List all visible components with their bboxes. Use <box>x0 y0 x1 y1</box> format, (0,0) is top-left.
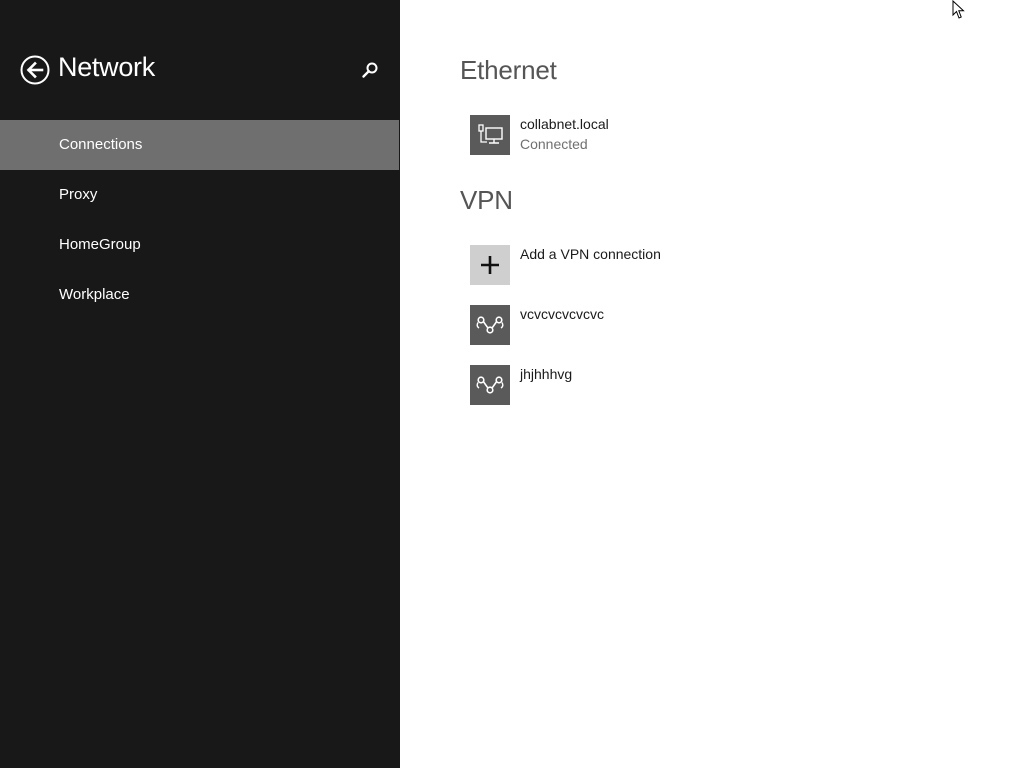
sidebar-item-label: Connections <box>59 136 143 153</box>
vpn-link-icon <box>476 376 504 394</box>
vpn-section-title: VPN <box>460 185 513 215</box>
back-button[interactable] <box>20 55 50 85</box>
vpn-connection-item[interactable]: vcvcvcvcvcvc <box>470 305 670 345</box>
sidebar-item-label: Workplace <box>59 286 130 303</box>
connection-name: vcvcvcvcvcvc <box>520 306 604 322</box>
add-vpn-tile <box>470 245 510 285</box>
pc-settings-network-page: Network Connections Proxy HomeGroup Work… <box>0 0 1024 768</box>
sidebar-item-label: Proxy <box>59 186 98 203</box>
connection-name: collabnet.local <box>520 116 609 132</box>
connection-status: Connected <box>520 136 588 152</box>
sidebar-item-workplace[interactable]: Workplace <box>0 270 399 320</box>
search-button[interactable] <box>360 60 380 80</box>
plus-icon <box>481 256 499 274</box>
main-content: Ethernet collabnet.local Connected VPN A… <box>400 0 1024 768</box>
vpn-connection-item[interactable]: jhjhhhvg <box>470 365 670 405</box>
sidebar-item-label: HomeGroup <box>59 236 141 253</box>
page-title: Network <box>58 52 155 82</box>
add-vpn-label: Add a VPN connection <box>520 246 661 262</box>
connection-name: jhjhhhvg <box>520 366 573 382</box>
ethernet-tile <box>470 115 510 155</box>
vpn-tile <box>470 305 510 345</box>
search-icon <box>362 62 378 78</box>
sidebar-nav: Connections Proxy HomeGroup Workplace <box>0 120 399 320</box>
vpn-tile <box>470 365 510 405</box>
sidebar: Network Connections Proxy HomeGroup Work… <box>0 0 400 768</box>
ethernet-section-title: Ethernet <box>460 55 557 85</box>
add-vpn-connection-button[interactable]: Add a VPN connection <box>470 245 730 285</box>
ethernet-network-icon <box>478 124 503 144</box>
back-arrow-circle-icon <box>20 55 50 85</box>
sidebar-item-homegroup[interactable]: HomeGroup <box>0 220 399 270</box>
sidebar-item-proxy[interactable]: Proxy <box>0 170 399 220</box>
vpn-link-icon <box>476 316 504 334</box>
sidebar-item-connections[interactable]: Connections <box>0 120 399 170</box>
mouse-cursor-icon <box>952 0 965 19</box>
ethernet-connection-item[interactable]: collabnet.local Connected <box>470 115 690 155</box>
